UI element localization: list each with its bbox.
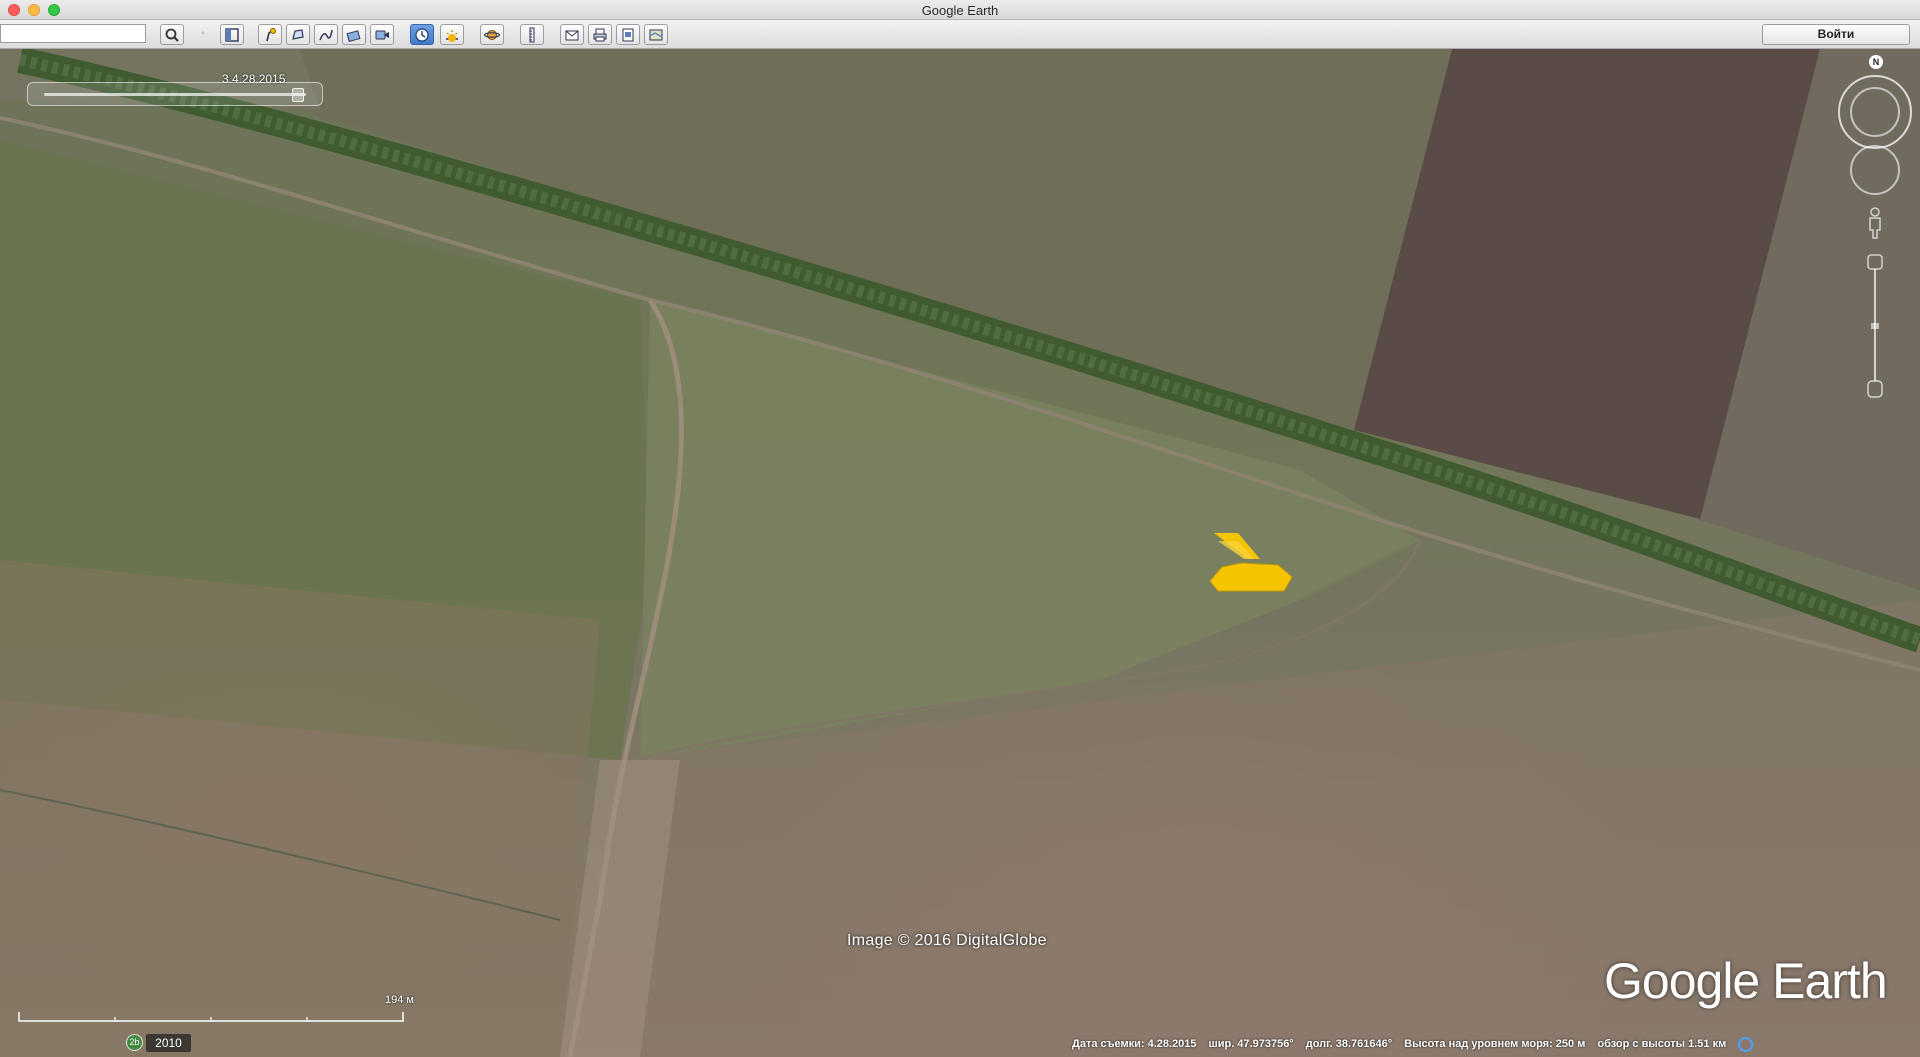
record-tour-button[interactable] (370, 24, 394, 45)
streaming-status-icon (1738, 1036, 1754, 1052)
imagery-year[interactable]: 2010 (146, 1034, 191, 1052)
path-icon (319, 29, 333, 40)
elevation: Высота над уровнем моря: 250 м (1404, 1038, 1586, 1050)
email-button[interactable] (560, 24, 584, 45)
search-button[interactable] (160, 24, 184, 45)
sidebar-icon (225, 27, 239, 42)
time-slider-handle[interactable] (292, 88, 304, 102)
longitude: долг. 38.761646° (1305, 1038, 1393, 1050)
eye-altitude: обзор с высоты 1.51 км (1597, 1038, 1727, 1050)
window-title: Google Earth (921, 3, 999, 18)
search-input[interactable] (0, 24, 146, 43)
save-image-button[interactable] (616, 24, 640, 45)
toolbar: ◦ Войти (0, 20, 1920, 49)
ruler-icon (529, 27, 535, 42)
historical-imagery-indicator-icon[interactable]: 2b (126, 1034, 143, 1051)
add-image-overlay-button[interactable] (342, 24, 366, 45)
sunlight-icon (446, 29, 458, 42)
historical-imagery-button[interactable] (410, 24, 434, 45)
separator-icon: ◦ (201, 28, 205, 39)
email-icon (565, 30, 579, 40)
add-placemark-button[interactable] (258, 24, 282, 45)
scale-bar (18, 1012, 404, 1022)
maps-view-icon (649, 29, 663, 40)
ruler-button[interactable] (520, 24, 544, 45)
title-bar: Google Earth (0, 0, 1920, 20)
street-view-pegman-icon[interactable] (1866, 206, 1884, 240)
print-button[interactable] (588, 24, 612, 45)
imagery-credit: Image © 2016 DigitalGlobe (847, 932, 1047, 949)
planet-icon (484, 29, 500, 40)
add-polygon-button[interactable] (286, 24, 310, 45)
map-view[interactable] (0, 49, 1920, 1057)
switch-planet-button[interactable] (480, 24, 504, 45)
add-path-button[interactable] (314, 24, 338, 45)
google-earth-logo: Google Earth (1604, 953, 1888, 1009)
search-icon (165, 28, 179, 42)
compass-center[interactable] (1850, 87, 1900, 137)
sign-in-button[interactable]: Войти (1762, 24, 1910, 45)
latitude: шир. 47.973756° (1208, 1038, 1294, 1050)
compass-ring[interactable] (1838, 75, 1912, 149)
sunlight-button[interactable] (440, 24, 464, 45)
polygon-icon (292, 28, 304, 40)
imagery-date: Дата съемки: 4.28.2015 (1072, 1038, 1197, 1050)
sidebar-toggle-button[interactable] (220, 24, 244, 45)
satellite-imagery (0, 49, 1920, 1057)
view-in-maps-button[interactable] (644, 24, 668, 45)
image-overlay-icon (346, 29, 361, 42)
scale-label: 194 м (385, 994, 414, 1006)
placemark-icon (266, 27, 276, 41)
save-image-icon (622, 28, 634, 41)
status-bar: Дата съемки: 4.28.2015 шир. 47.973756° д… (1072, 1034, 1920, 1054)
historical-imagery-icon (415, 27, 429, 42)
time-slider-track[interactable] (44, 93, 306, 96)
compass-north-label: N (1869, 55, 1883, 69)
look-joystick[interactable] (1850, 145, 1900, 195)
tank-marker-icon[interactable] (1208, 529, 1294, 595)
record-tour-icon (375, 30, 389, 39)
historical-time-slider[interactable] (27, 82, 323, 106)
zoom-slider[interactable] (1865, 253, 1885, 399)
print-icon (593, 28, 607, 41)
